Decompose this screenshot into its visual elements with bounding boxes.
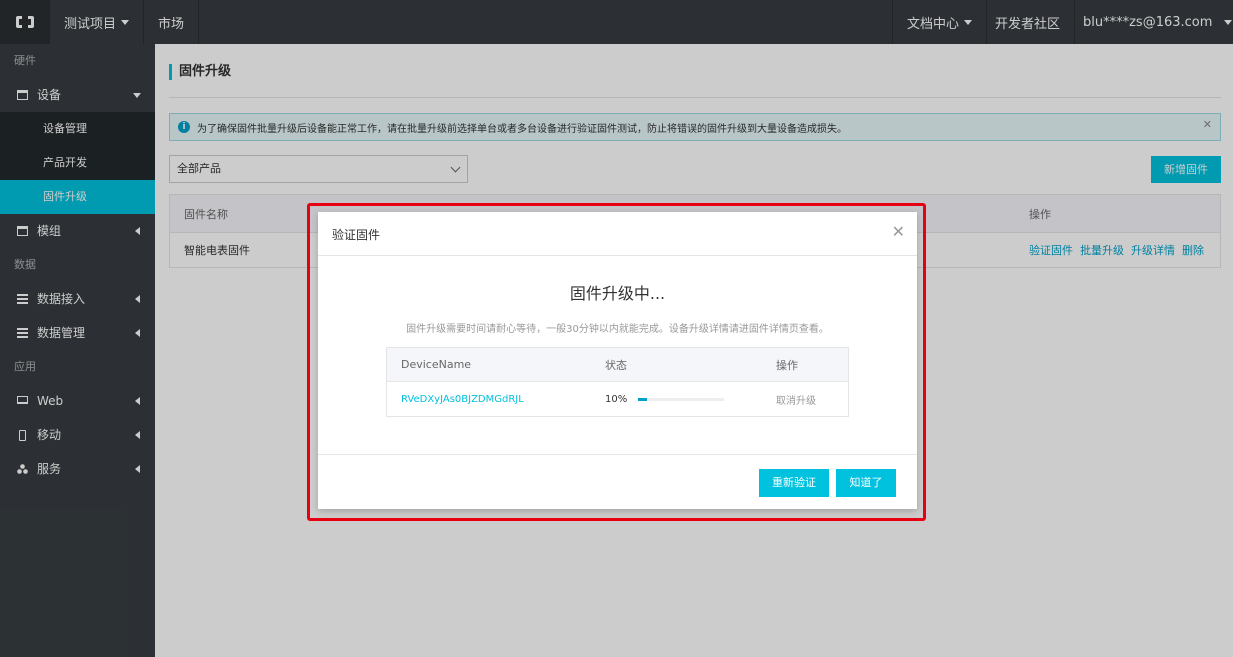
highlight-box [307,203,926,521]
